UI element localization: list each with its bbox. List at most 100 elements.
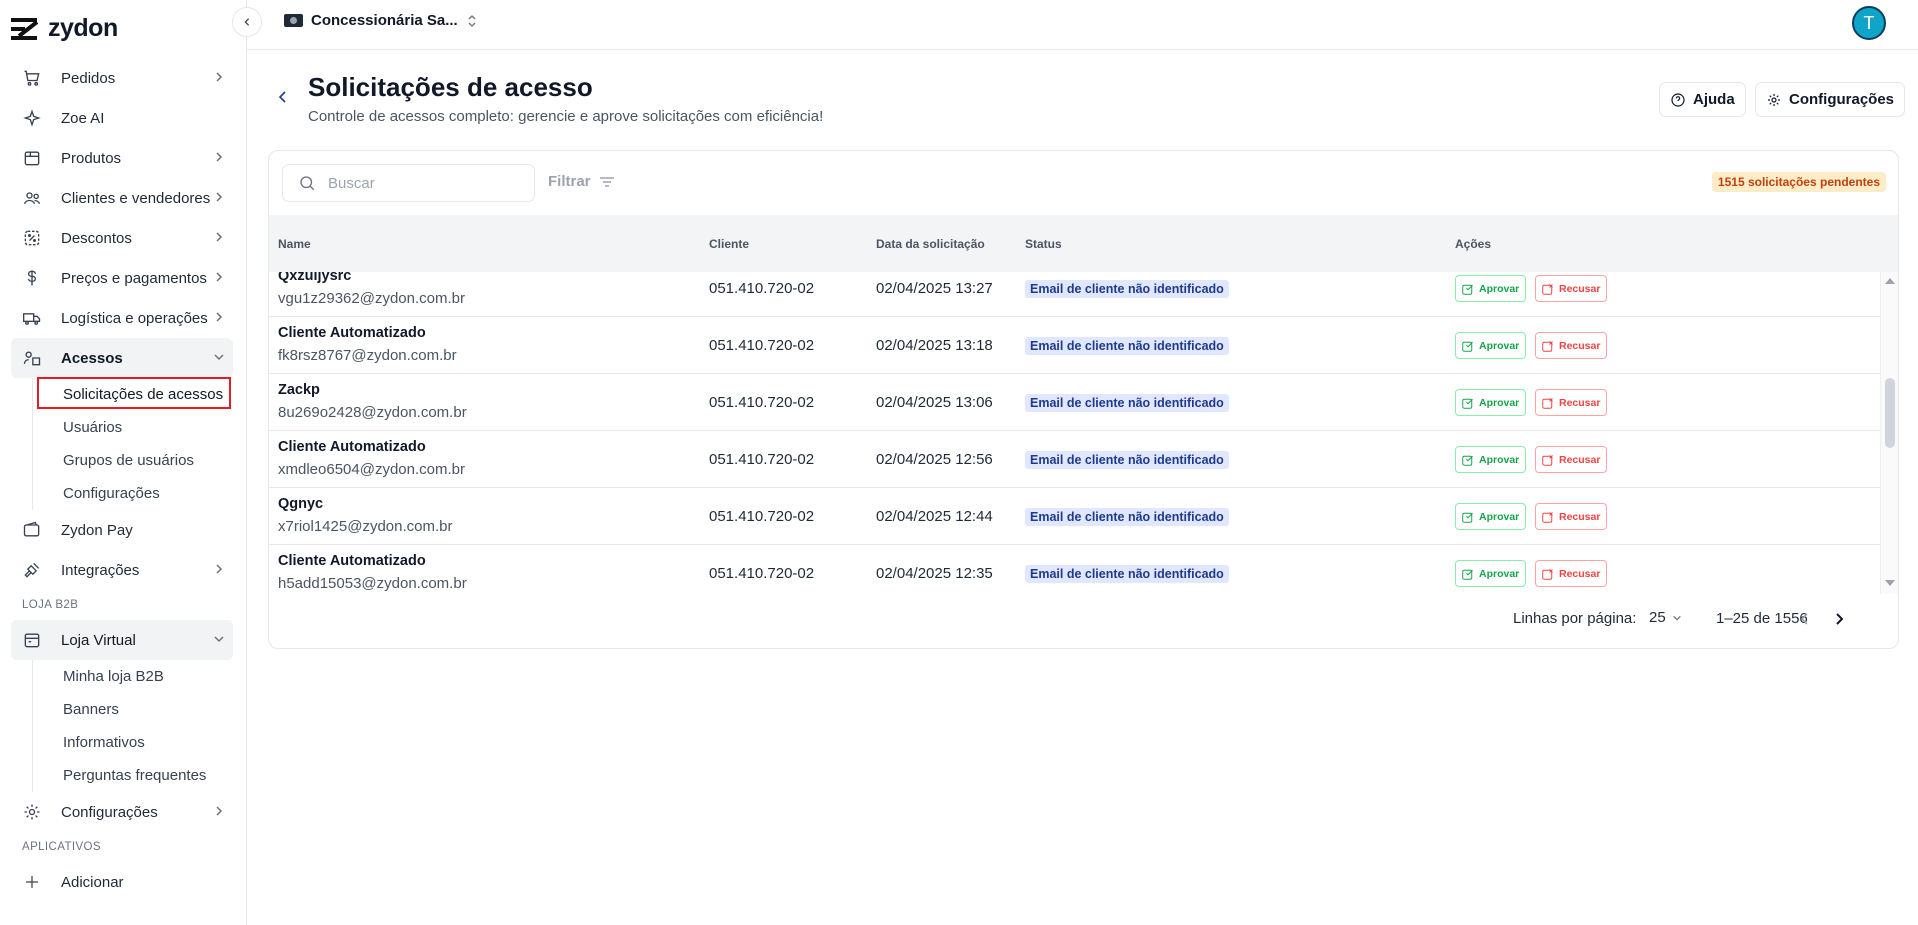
sidebar-item-label: Adicionar (61, 873, 124, 891)
status-badge: Email de cliente não identificado (1025, 451, 1229, 469)
sidebar-item-adicionar[interactable]: Adicionar (11, 862, 233, 902)
chevron-right-icon (213, 271, 225, 283)
sidebar-item-zydon-pay[interactable]: Zydon Pay (11, 510, 233, 550)
plug-icon (21, 559, 43, 581)
sidebar-item-zoe-ai[interactable]: Zoe AI (11, 98, 233, 138)
column-header-actions: Ações (1455, 237, 1492, 251)
sidebar-item-label: Pedidos (61, 69, 116, 87)
sidebar-item-clientes[interactable]: Clientes e vendedores (11, 178, 233, 218)
search-input[interactable] (328, 174, 508, 192)
sidebar-item-configuracoes[interactable]: Configurações (11, 792, 233, 832)
approve-button[interactable]: Aprovar (1455, 332, 1527, 359)
user-check-icon (1462, 398, 1473, 409)
requester-email: x7riol1425@zydon.com.br (278, 518, 453, 535)
gear-icon (1768, 93, 1780, 106)
status-badge: Email de cliente não identificado (1025, 565, 1229, 583)
sidebar-item-label: Acessos (61, 349, 123, 367)
sidebar-nav: Pedidos Zoe AI Produtos Clientes e vende… (11, 58, 233, 902)
sidebar-item-loja-virtual[interactable]: Loja Virtual (11, 620, 233, 660)
approve-button[interactable]: Aprovar (1455, 446, 1527, 473)
column-header-name[interactable]: Name (278, 237, 311, 251)
submenu-item-configuracoes[interactable]: Configurações (33, 477, 233, 510)
sidebar-item-label: Loja Virtual (61, 631, 136, 649)
next-page-button[interactable] (1834, 612, 1844, 626)
reject-button[interactable]: Recusar (1535, 275, 1608, 302)
requester-email: xmdleo6504@zydon.com.br (278, 461, 465, 478)
column-header-date[interactable]: Data da solicitação (876, 237, 985, 251)
sidebar-item-label: Produtos (61, 149, 122, 167)
approve-button[interactable]: Aprovar (1455, 389, 1527, 416)
approve-button[interactable]: Aprovar (1455, 560, 1527, 587)
user-check-icon (1462, 341, 1473, 352)
sidebar-item-pedidos[interactable]: Pedidos (11, 58, 233, 98)
sidebar-item-produtos[interactable]: Produtos (11, 138, 233, 178)
sparkle-icon (21, 107, 43, 129)
reject-button[interactable]: Recusar (1535, 332, 1608, 359)
sidebar-item-integracoes[interactable]: Integrações (11, 550, 233, 590)
reject-button[interactable]: Recusar (1535, 446, 1608, 473)
chevron-left-icon (244, 18, 250, 26)
table-row: Cliente Automatizado xmdleo6504@zydon.co… (269, 431, 1880, 488)
plus-icon (21, 871, 43, 893)
table-scrollbar[interactable] (1880, 272, 1898, 594)
requester-cell: Cliente Automatizado fk8rsz8767@zydon.co… (278, 325, 457, 364)
requester-cell: Zackp 8u269o2428@zydon.com.br (278, 382, 467, 421)
user-x-icon (1542, 568, 1553, 580)
submenu-item-informativos[interactable]: Informativos (33, 726, 233, 759)
sidebar-item-label: Integrações (61, 561, 140, 579)
chevron-right-icon (213, 311, 225, 323)
back-button[interactable] (277, 90, 289, 104)
chevron-left-icon (278, 91, 286, 103)
submenu-item-faq[interactable]: Perguntas frequentes (33, 759, 233, 792)
collapse-sidebar-button[interactable] (232, 7, 262, 37)
submenu-item-usuarios[interactable]: Usuários (33, 411, 233, 444)
scrollbar-thumb[interactable] (1885, 378, 1895, 448)
search-box[interactable] (282, 164, 535, 202)
avatar[interactable]: T (1852, 6, 1886, 40)
reject-label: Recusar (1559, 453, 1601, 466)
wallet-icon (21, 519, 43, 541)
reject-button[interactable]: Recusar (1535, 560, 1608, 587)
reject-label: Recusar (1559, 510, 1601, 523)
chevron-right-icon (213, 563, 225, 575)
rows-per-page-label: Linhas por página: (1513, 610, 1637, 627)
table-row: Zackp 8u269o2428@zydon.com.br 051.410.72… (269, 374, 1880, 431)
approve-label: Aprovar (1479, 567, 1520, 580)
sidebar-item-logistica[interactable]: Logística e operações (11, 298, 233, 338)
submenu-item-banners[interactable]: Banners (33, 693, 233, 726)
client-document: 051.410.720-02 (709, 565, 815, 582)
store-selector[interactable]: Concessionária Sa... (284, 12, 478, 29)
reject-button[interactable]: Recusar (1535, 503, 1608, 530)
sidebar-item-label: Descontos (61, 229, 132, 247)
table-row: Qgnyc x7riol1425@zydon.com.br 051.410.72… (269, 488, 1880, 545)
column-header-status[interactable]: Status (1025, 237, 1062, 251)
table-row: Cliente Automatizado fk8rsz8767@zydon.co… (269, 317, 1880, 374)
help-button[interactable]: Ajuda (1659, 82, 1746, 117)
column-header-client[interactable]: Cliente (709, 237, 749, 251)
requester-name: Cliente Automatizado (278, 325, 426, 341)
prev-page-button[interactable] (1800, 612, 1810, 626)
requester-email: vgu1z29362@zydon.com.br (278, 290, 466, 307)
scroll-down-arrow-icon[interactable] (1885, 580, 1895, 586)
sidebar-item-precos[interactable]: Preços e pagamentos (11, 258, 233, 298)
store-flag-icon (284, 14, 303, 27)
settings-button[interactable]: Configurações (1755, 82, 1906, 117)
reject-button[interactable]: Recusar (1535, 389, 1608, 416)
reject-label: Recusar (1559, 339, 1601, 352)
filter-icon (599, 176, 614, 187)
sidebar-item-descontos[interactable]: Descontos (11, 218, 233, 258)
approve-button[interactable]: Aprovar (1455, 503, 1527, 530)
scroll-up-arrow-icon[interactable] (1885, 278, 1895, 284)
requester-email: h5add15053@zydon.com.br (278, 575, 467, 592)
filter-button[interactable]: Filtrar (548, 173, 615, 190)
rows-per-page-select[interactable]: 25 (1649, 609, 1682, 626)
approve-button[interactable]: Aprovar (1455, 275, 1527, 302)
chevron-updown-icon (468, 14, 476, 27)
sidebar: zydon Pedidos Zoe AI Produtos Clientes e… (0, 0, 247, 925)
sidebar-item-acessos[interactable]: Acessos (11, 338, 233, 378)
box-icon (21, 147, 43, 169)
submenu-item-minha-loja[interactable]: Minha loja B2B (33, 660, 233, 693)
submenu-item-grupos[interactable]: Grupos de usuários (33, 444, 233, 477)
request-date: 02/04/2025 12:35 (876, 565, 993, 582)
logo[interactable]: zydon (11, 14, 118, 43)
